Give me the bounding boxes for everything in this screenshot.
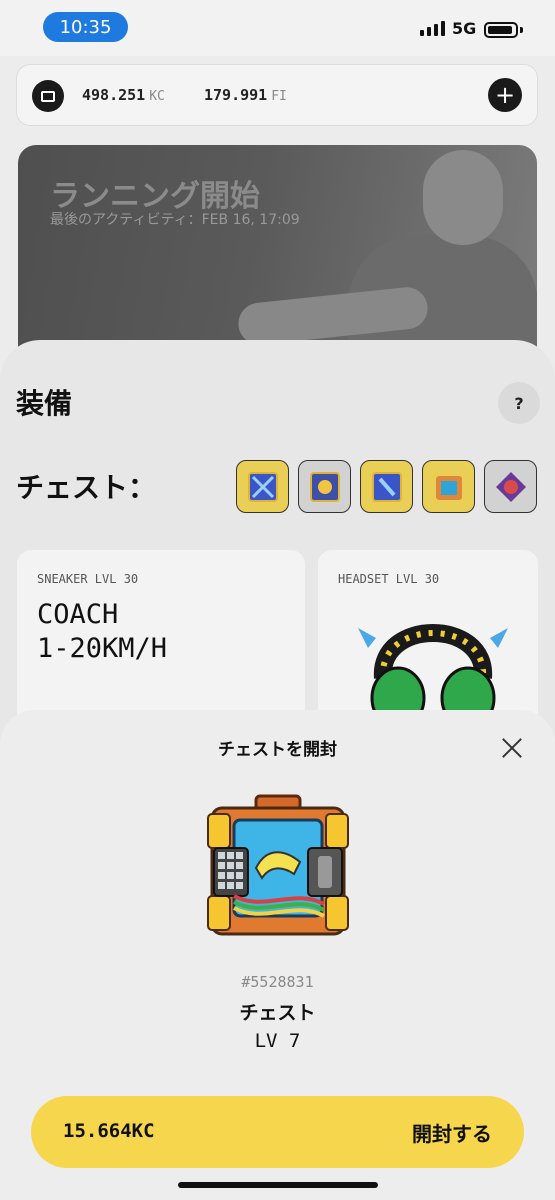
home-indicator[interactable] [178,1182,378,1188]
last-activity: 最後のアクティビティ：FEB 16, 17:09 [50,212,300,228]
battery-icon [484,22,518,38]
chest-name: チェスト [239,1002,316,1024]
chest-id: #5528831 [241,973,314,991]
network-type: 5G [452,19,477,38]
chest-thumb[interactable] [422,460,475,513]
fi-balance: 179.991 FI [204,86,287,104]
headset-level: HEADSET LVL 30 [338,572,440,586]
sneaker-level: SNEAKER LVL 30 [37,572,139,586]
chest-thumb[interactable] [298,460,351,513]
chest-thumb[interactable] [236,460,289,513]
chest-thumb[interactable] [360,460,413,513]
open-price: 15.664KC [63,1120,155,1142]
open-chest-sheet: チェストを開封 #5528831 チェスト LV 7 15.664KC 開封する [0,710,555,1200]
status-bar: 10:35 5G [0,0,555,56]
wallet-icon[interactable] [32,80,64,112]
signal-icon [420,21,445,36]
help-button[interactable]: ? [498,382,540,424]
kc-balance: 498.251 KC [82,86,165,104]
sneaker-model: COACH 1-20KM/H [37,599,168,664]
chest-list [236,460,537,513]
chest-thumb[interactable] [484,460,537,513]
chest-level: LV 7 [254,1030,301,1052]
equipment-title: 装備 [16,387,73,420]
open-label: 開封する [412,1122,492,1146]
wallet-bar[interactable]: 498.251 KC 179.991 FI + [16,64,538,126]
close-icon[interactable] [498,734,526,762]
open-chest-button[interactable]: 15.664KC 開封する [31,1096,524,1168]
headset-image [358,624,508,728]
clock: 10:35 [43,12,128,42]
chests-label: チェスト： [16,471,157,504]
plus-icon[interactable]: + [488,78,522,112]
modal-title: チェストを開封 [218,740,337,760]
chest-image [207,794,349,936]
